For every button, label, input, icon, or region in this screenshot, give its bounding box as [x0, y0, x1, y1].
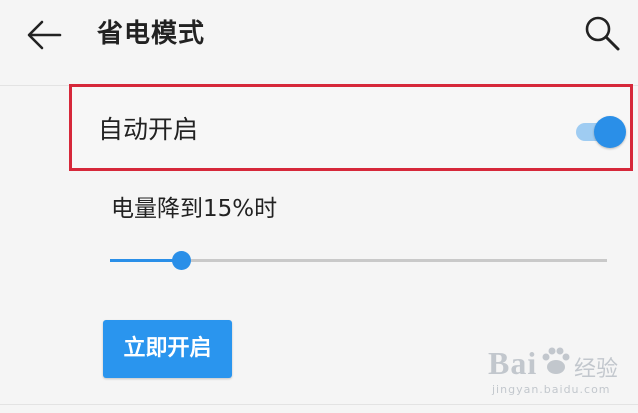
watermark-url: jingyan.baidu.com — [492, 383, 611, 396]
auto-start-toggle[interactable] — [574, 114, 628, 150]
battery-threshold-slider[interactable] — [110, 248, 607, 274]
watermark-brand: Bai — [488, 345, 538, 381]
app-bar: 省电模式 — [0, 0, 638, 80]
bottom-divider — [0, 404, 638, 405]
auto-start-row[interactable]: 自动开启 — [69, 84, 633, 171]
auto-start-label: 自动开启 — [98, 115, 199, 144]
back-arrow-icon[interactable] — [26, 19, 62, 51]
toggle-thumb — [594, 116, 626, 148]
watermark: Bai 经验 jingyan.baidu.com — [488, 343, 628, 403]
slider-thumb[interactable] — [172, 251, 192, 270]
paw-icon — [542, 347, 570, 374]
start-now-button[interactable]: 立即开启 — [103, 320, 232, 378]
page-title: 省电模式 — [97, 19, 206, 49]
search-icon[interactable] — [583, 14, 623, 54]
slider-fill — [110, 259, 182, 262]
threshold-label: 电量降到15%时 — [111, 196, 278, 222]
watermark-word: 经验 — [574, 357, 619, 382]
